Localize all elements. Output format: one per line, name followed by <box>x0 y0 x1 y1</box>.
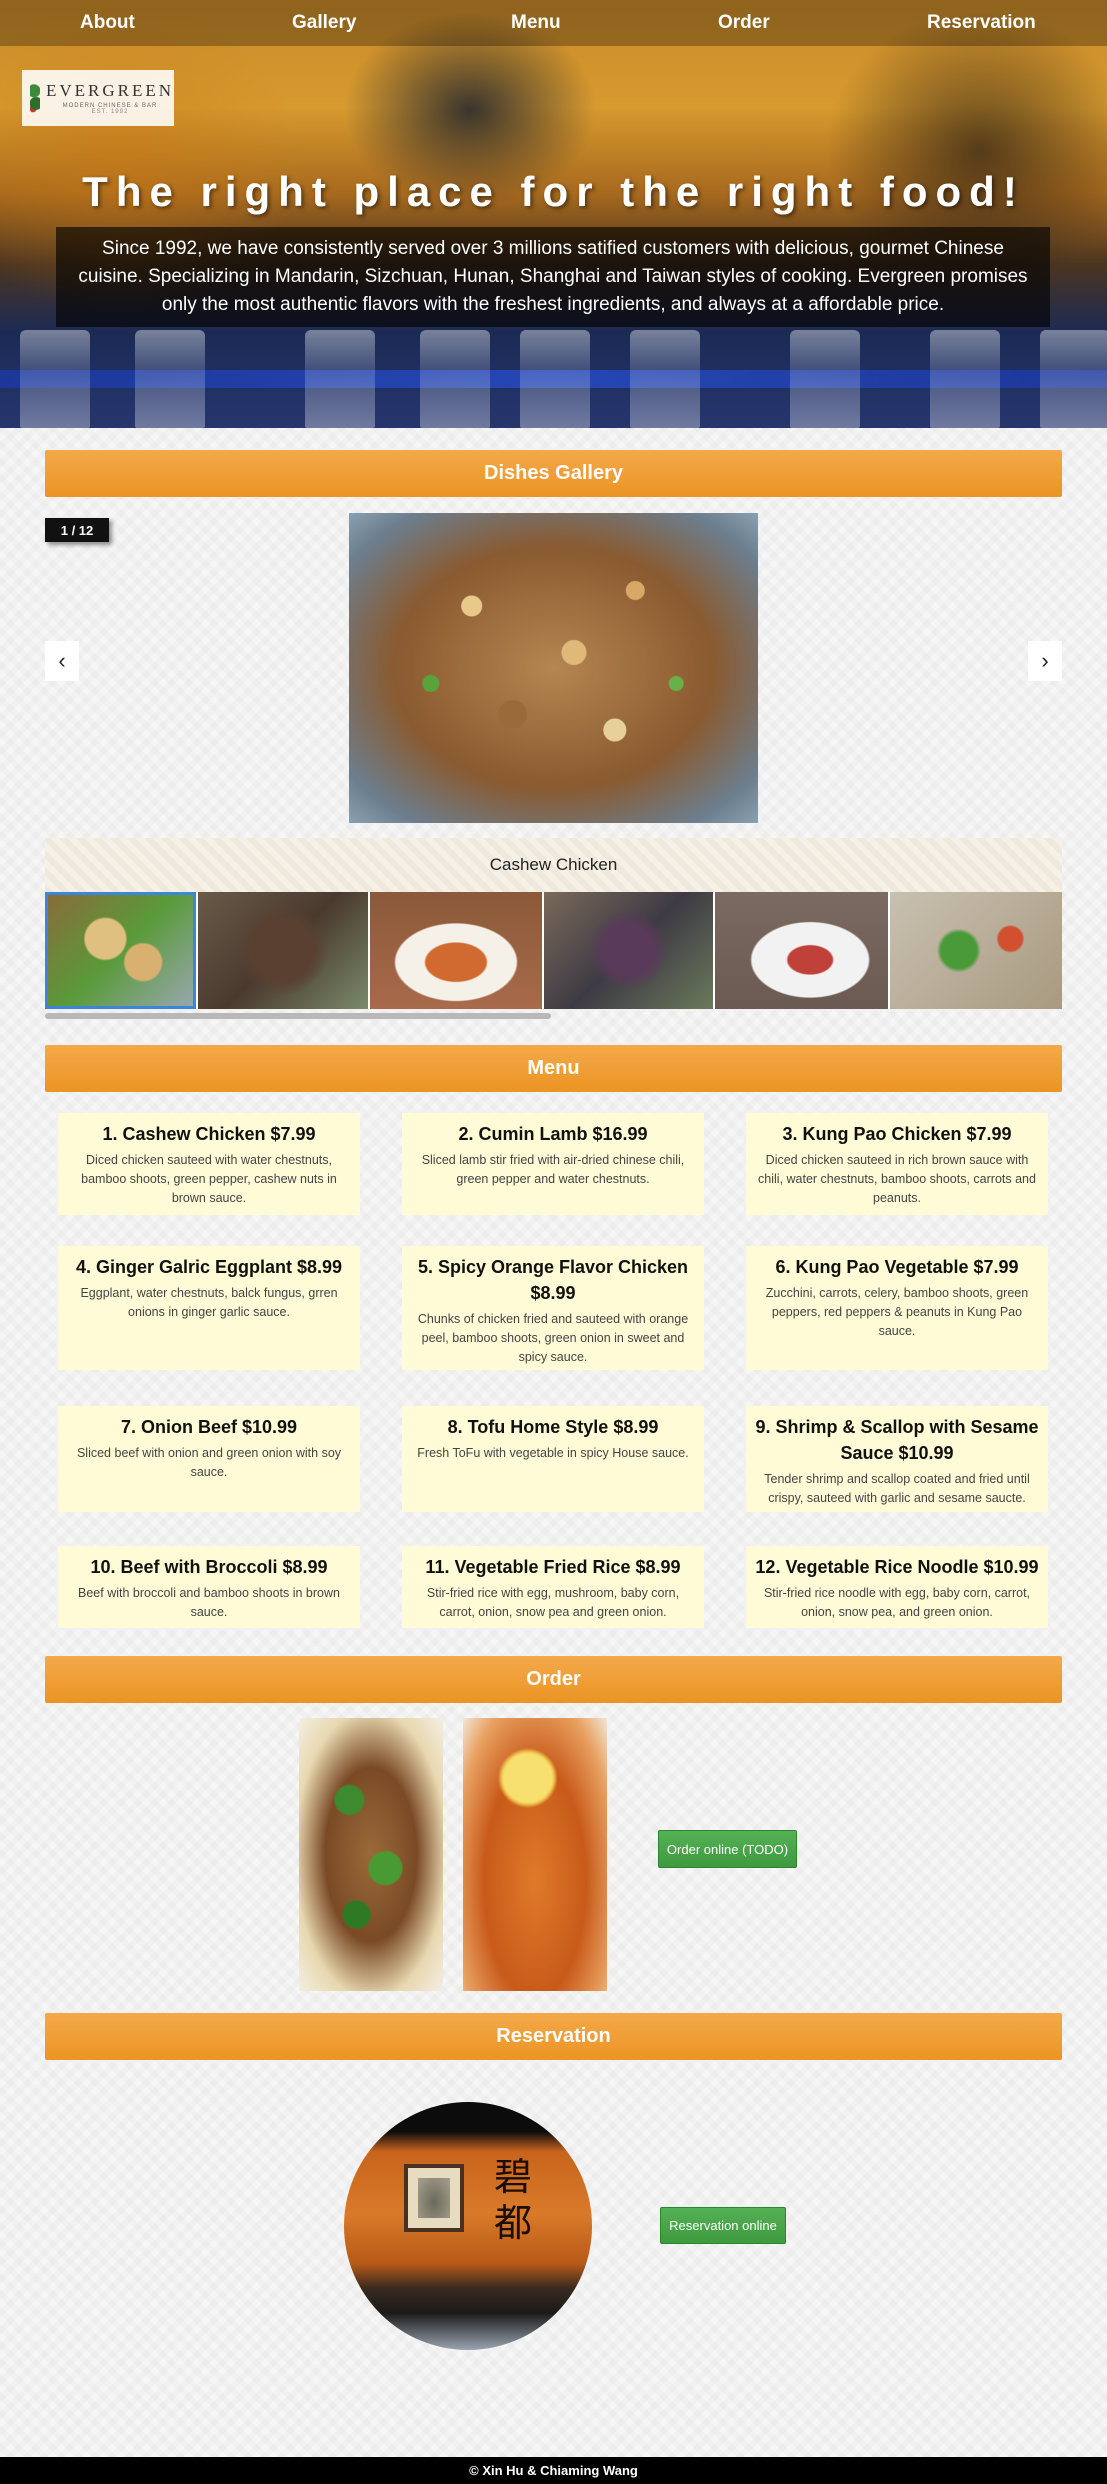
menu-item-card: 11. Vegetable Fried Rice $8.99 Stir-frie… <box>402 1546 704 1628</box>
menu-item-title: 12. Vegetable Rice Noodle $10.99 <box>755 1557 1039 1577</box>
thumbnail-spicy-orange-chicken[interactable] <box>715 892 890 1009</box>
hero-title: The right place for the right food! <box>82 168 1025 215</box>
menu-item-title: 2. Cumin Lamb $16.99 <box>458 1124 648 1144</box>
nav-reservation[interactable]: Reservation <box>927 12 1036 34</box>
gallery-main-photo[interactable] <box>349 513 758 823</box>
top-navbar: About Gallery Menu Order Reservation <box>0 0 1107 46</box>
menu-item-title: 3. Kung Pao Chicken $7.99 <box>782 1124 1012 1144</box>
menu-item-card: 7. Onion Beef $10.99 Sliced beef with on… <box>58 1406 360 1512</box>
menu-item-card: 2. Cumin Lamb $16.99 Sliced lamb stir fr… <box>402 1113 704 1215</box>
gallery-caption: Cashew Chicken <box>45 838 1062 892</box>
menu-item-card: 9. Shrimp & Scallop with Sesame Sauce $1… <box>746 1406 1048 1512</box>
thumbnail-cumin-lamb[interactable] <box>198 892 370 1009</box>
footer-credit: © Xin Hu & Chiaming Wang <box>469 2463 638 2478</box>
hero-description: Since 1992, we have consistently served … <box>56 227 1050 327</box>
logo-est: EST. 1992 <box>91 109 129 115</box>
order-photo-orange-chicken <box>463 1718 607 1991</box>
menu-item-description: Sliced beef with onion and green onion w… <box>76 1446 342 1479</box>
menu-item-description: Diced chicken sauteed with water chestnu… <box>81 1153 337 1205</box>
framed-painting <box>404 2164 464 2232</box>
thumbnail-cashew-chicken[interactable] <box>45 892 198 1009</box>
gallery-caption-text: Cashew Chicken <box>489 855 618 874</box>
menu-item-card: 5. Spicy Orange Flavor Chicken $8.99 Chu… <box>402 1246 704 1370</box>
thumbnail-kung-pao-vegetable[interactable] <box>890 892 1062 1009</box>
menu-item-description: Fresh ToFu with vegetable in spicy House… <box>417 1446 689 1460</box>
menu-item-card: 6. Kung Pao Vegetable $7.99 Zucchini, ca… <box>746 1246 1048 1370</box>
prev-slide-button[interactable]: ‹ <box>45 641 79 681</box>
reservation-photo: 碧都 <box>344 2102 592 2350</box>
next-slide-button[interactable]: › <box>1028 641 1062 681</box>
menu-item-description: Stir-fried rice noodle with egg, baby co… <box>763 1586 1031 1619</box>
thumbnail-kung-pao-chicken[interactable] <box>370 892 544 1009</box>
menu-item-card: 1. Cashew Chicken $7.99 Diced chicken sa… <box>58 1113 360 1215</box>
nav-menu[interactable]: Menu <box>511 12 561 34</box>
gallery-scrollbar[interactable] <box>45 1013 551 1019</box>
menu-item-title: 1. Cashew Chicken $7.99 <box>102 1124 316 1144</box>
menu-item-description: Eggplant, water chestnuts, balck fungus,… <box>80 1286 338 1319</box>
hero-glass <box>20 330 90 428</box>
gallery-section-header: Dishes Gallery <box>45 450 1062 497</box>
hero-banner: About Gallery Menu Order Reservation EVE… <box>0 0 1107 428</box>
nav-about[interactable]: About <box>80 12 135 34</box>
menu-item-card: 10. Beef with Broccoli $8.99 Beef with b… <box>58 1546 360 1628</box>
menu-item-title: 11. Vegetable Fried Rice $8.99 <box>425 1557 681 1577</box>
menu-item-description: Diced chicken sauteed in rich brown sauc… <box>758 1153 1036 1205</box>
menu-item-title: 5. Spicy Orange Flavor Chicken $8.99 <box>417 1257 689 1303</box>
order-section-header: Order <box>45 1656 1062 1703</box>
leaf-icon <box>30 80 40 116</box>
menu-section-header: Menu <box>45 1045 1062 1092</box>
menu-item-title: 9. Shrimp & Scallop with Sesame Sauce $1… <box>755 1417 1039 1463</box>
menu-item-card: 8. Tofu Home Style $8.99 Fresh ToFu with… <box>402 1406 704 1512</box>
nav-gallery[interactable]: Gallery <box>292 12 356 34</box>
menu-item-card: 3. Kung Pao Chicken $7.99 Diced chicken … <box>746 1113 1048 1215</box>
hero-glass <box>520 330 590 428</box>
menu-item-title: 8. Tofu Home Style $8.99 <box>447 1417 659 1437</box>
menu-item-description: Beef with broccoli and bamboo shoots in … <box>78 1586 340 1619</box>
hero-glass <box>135 330 205 428</box>
menu-item-description: Chunks of chicken fried and sauteed with… <box>417 1312 689 1364</box>
menu-item-description: Tender shrimp and scallop coated and fri… <box>764 1472 1030 1505</box>
logo-name: EVERGREEN <box>45 81 174 100</box>
hero-glass <box>305 330 375 428</box>
menu-item-title: 6. Kung Pao Vegetable $7.99 <box>775 1257 1019 1277</box>
menu-item-description: Stir-fried rice with egg, mushroom, baby… <box>426 1586 680 1619</box>
menu-item-title: 10. Beef with Broccoli $8.99 <box>90 1557 328 1577</box>
menu-item-description: Sliced lamb stir fried with air-dried ch… <box>421 1153 685 1186</box>
restaurant-sign: 碧都 <box>494 2155 533 2245</box>
thumbnail-ginger-garlic-eggplant[interactable] <box>544 892 715 1009</box>
menu-item-title: 7. Onion Beef $10.99 <box>120 1417 298 1437</box>
reservation-section-header: Reservation <box>45 2013 1062 2060</box>
order-photo-beef-broccoli <box>299 1718 443 1991</box>
nav-order[interactable]: Order <box>718 12 770 34</box>
page-footer: © Xin Hu & Chiaming Wang <box>0 2457 1107 2484</box>
hero-glass <box>930 330 1000 428</box>
menu-item-description: Zucchini, carrots, celery, bamboo shoots… <box>765 1286 1029 1338</box>
menu-item-card: 12. Vegetable Rice Noodle $10.99 Stir-fr… <box>746 1546 1048 1628</box>
reservation-online-button[interactable]: Reservation online <box>660 2207 786 2244</box>
menu-item-card: 4. Ginger Galric Eggplant $8.99 Eggplant… <box>58 1246 360 1370</box>
restaurant-logo[interactable]: EVERGREEN MODERN CHINESE & BAR EST. 1992 <box>22 70 174 126</box>
hero-glass <box>420 330 490 428</box>
hero-glass <box>790 330 860 428</box>
hero-glass <box>630 330 700 428</box>
slide-counter: 1 / 12 <box>45 518 109 542</box>
order-online-button[interactable]: Order online (TODO) <box>658 1830 797 1868</box>
logo-text: EVERGREEN MODERN CHINESE & BAR EST. 1992 <box>46 81 174 115</box>
hero-glass <box>1040 330 1107 428</box>
menu-item-title: 4. Ginger Galric Eggplant $8.99 <box>75 1257 343 1277</box>
